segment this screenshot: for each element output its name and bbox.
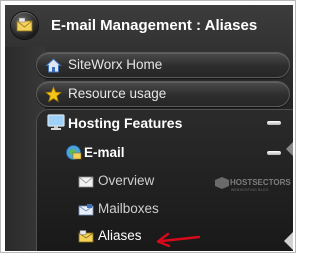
home-icon [45,58,62,73]
collapse-hosting-features-icon[interactable] [267,121,281,125]
globe-mail-icon [66,145,82,160]
annotation-arrow-icon [156,232,200,247]
nav-item-label: SiteWorx Home [68,57,163,72]
screenshot-frame: E-mail Management : Aliases SiteWorx Hom… [0,0,296,253]
header-icon-badge [11,12,38,39]
collapse-email-icon[interactable] [267,151,281,155]
sidebar-panel: E-mail Management : Aliases SiteWorx Hom… [5,5,293,251]
watermark-tagline: WEBHOSTING BLOG [231,188,269,192]
scroll-arrow-icon[interactable] [286,142,293,156]
page-header: E-mail Management : Aliases [5,5,293,47]
nav-item-label: Overview [98,173,155,188]
monitor-icon [47,114,65,130]
nav-item-label: Aliases [98,228,142,243]
nav-item-label: Resource usage [68,86,167,101]
alias-envelope-icon [78,230,94,243]
nav-item-siteworx-home[interactable]: SiteWorx Home [36,52,290,78]
active-item-indicator-icon [284,232,293,250]
watermark-brand: HOSTSECTORS [230,178,291,187]
email-management-icon [16,17,33,32]
watermark-icon [215,177,229,189]
watermark-logo: HOSTSECTORS [215,177,291,197]
star-icon [45,86,62,103]
envelope-icon [78,176,94,188]
mailbox-icon [78,204,94,216]
page-title: E-mail Management : Aliases [51,17,258,34]
hosting-features-label[interactable]: Hosting Features [68,115,182,131]
nav-item-label: Mailboxes [98,201,159,216]
nav-item-resource-usage[interactable]: Resource usage [36,81,290,107]
email-section-label[interactable]: E-mail [84,145,125,160]
